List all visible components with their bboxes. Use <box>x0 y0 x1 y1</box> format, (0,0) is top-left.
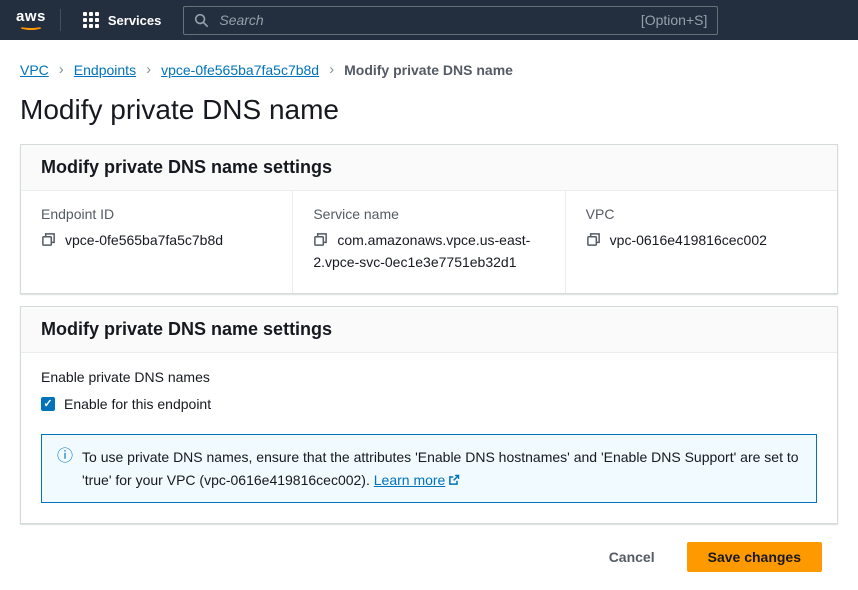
breadcrumb-link-vpc[interactable]: VPC <box>20 62 49 78</box>
vpc-column: VPC vpc-0616e419816cec002 <box>565 191 837 293</box>
service-name-column: Service name com.amazonaws.vpce.us-east-… <box>292 191 564 293</box>
top-navigation-bar: aws Services [Option+S] <box>0 0 858 40</box>
endpoint-id-text: vpce-0fe565ba7fa5c7b8d <box>65 232 223 248</box>
services-menu-button[interactable]: Services <box>73 0 172 40</box>
endpoint-id-column: Endpoint ID vpce-0fe565ba7fa5c7b8d <box>21 191 292 293</box>
form-actions: Cancel Save changes <box>20 542 838 572</box>
summary-columns: Endpoint ID vpce-0fe565ba7fa5c7b8d Servi… <box>21 191 837 293</box>
breadcrumb-separator: › <box>59 61 64 78</box>
settings-card: Modify private DNS name settings Enable … <box>20 306 838 524</box>
services-label: Services <box>108 13 162 28</box>
vpc-text: vpc-0616e419816cec002 <box>610 232 767 248</box>
service-name-label: Service name <box>313 206 544 222</box>
enable-endpoint-checkbox-label: Enable for this endpoint <box>64 396 211 412</box>
endpoint-id-label: Endpoint ID <box>41 206 272 222</box>
aws-logo-text: aws <box>16 10 46 23</box>
search-icon <box>194 13 209 28</box>
external-link-icon <box>448 474 460 486</box>
info-alert-text: To use private DNS names, ensure that th… <box>82 446 801 491</box>
enable-endpoint-checkbox[interactable]: ✓ <box>41 397 55 411</box>
cancel-button[interactable]: Cancel <box>605 543 659 571</box>
enable-private-dns-label: Enable private DNS names <box>41 369 817 385</box>
save-changes-button[interactable]: Save changes <box>687 542 822 572</box>
settings-card-body: Enable private DNS names ✓ Enable for th… <box>21 353 837 523</box>
summary-card: Modify private DNS name settings Endpoin… <box>20 144 838 294</box>
learn-more-link[interactable]: Learn more <box>374 472 461 488</box>
service-name-value: com.amazonaws.vpce.us-east-2.vpce-svc-0e… <box>313 230 544 273</box>
aws-logo-smile-icon <box>19 23 43 30</box>
main-content: VPC › Endpoints › vpce-0fe565ba7fa5c7b8d… <box>0 40 858 590</box>
learn-more-label: Learn more <box>374 472 446 488</box>
copy-icon[interactable] <box>313 232 328 247</box>
copy-icon[interactable] <box>41 232 56 247</box>
search-shortcut-hint: [Option+S] <box>641 12 708 28</box>
breadcrumb-current-page: Modify private DNS name <box>344 62 513 78</box>
settings-card-header: Modify private DNS name settings <box>21 307 837 353</box>
summary-card-header: Modify private DNS name settings <box>21 145 837 191</box>
endpoint-id-value: vpce-0fe565ba7fa5c7b8d <box>41 230 272 252</box>
vpc-label: VPC <box>586 206 817 222</box>
settings-card-title: Modify private DNS name settings <box>41 319 817 340</box>
services-grid-icon <box>83 12 99 28</box>
breadcrumb-link-endpoint-id[interactable]: vpce-0fe565ba7fa5c7b8d <box>161 62 319 78</box>
enable-endpoint-checkbox-row[interactable]: ✓ Enable for this endpoint <box>41 396 817 412</box>
vpc-value: vpc-0616e419816cec002 <box>586 230 817 252</box>
breadcrumb-separator: › <box>329 61 334 78</box>
breadcrumb: VPC › Endpoints › vpce-0fe565ba7fa5c7b8d… <box>20 40 838 78</box>
search-input[interactable] <box>217 11 632 29</box>
aws-logo[interactable]: aws <box>16 10 46 30</box>
copy-icon[interactable] <box>586 232 601 247</box>
service-name-text: com.amazonaws.vpce.us-east-2.vpce-svc-0e… <box>313 232 530 270</box>
info-alert: ⓘ To use private DNS names, ensure that … <box>41 434 817 503</box>
breadcrumb-separator: › <box>146 61 151 78</box>
page-title: Modify private DNS name <box>20 94 838 126</box>
global-search-box[interactable]: [Option+S] <box>183 6 718 35</box>
breadcrumb-link-endpoints[interactable]: Endpoints <box>74 62 136 78</box>
summary-card-title: Modify private DNS name settings <box>41 157 817 178</box>
info-icon: ⓘ <box>57 446 73 491</box>
nav-divider <box>60 9 61 31</box>
